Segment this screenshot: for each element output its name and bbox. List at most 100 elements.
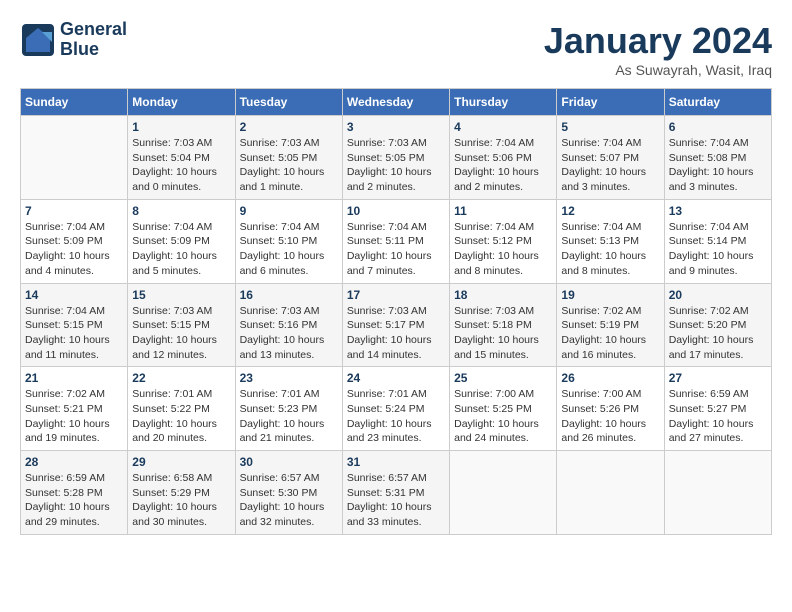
day-number: 9 [240,204,338,218]
day-cell: 8 Sunrise: 7:04 AMSunset: 5:09 PMDaylight… [128,199,235,283]
day-cell: 6 Sunrise: 7:04 AMSunset: 5:08 PMDaylight… [664,116,771,200]
day-cell: 7 Sunrise: 7:04 AMSunset: 5:09 PMDaylight… [21,199,128,283]
day-cell: 22 Sunrise: 7:01 AMSunset: 5:22 PMDayligh… [128,367,235,451]
day-number: 5 [561,120,659,134]
day-number: 15 [132,288,230,302]
header-saturday: Saturday [664,89,771,116]
day-number: 18 [454,288,552,302]
day-cell: 13 Sunrise: 7:04 AMSunset: 5:14 PMDayligh… [664,199,771,283]
day-info: Sunrise: 6:59 AMSunset: 5:28 PMDaylight:… [25,471,123,530]
day-cell: 16 Sunrise: 7:03 AMSunset: 5:16 PMDayligh… [235,283,342,367]
day-number: 6 [669,120,767,134]
day-cell: 2 Sunrise: 7:03 AMSunset: 5:05 PMDaylight… [235,116,342,200]
day-info: Sunrise: 7:02 AMSunset: 5:19 PMDaylight:… [561,304,659,363]
page-header: General Blue January 2024 As Suwayrah, W… [20,20,772,78]
day-cell [557,451,664,535]
day-cell: 30Sunrise: 6:57 AMSunset: 5:30 PMDayligh… [235,451,342,535]
header-row: SundayMondayTuesdayWednesdayThursdayFrid… [21,89,772,116]
day-number: 10 [347,204,445,218]
calendar-subtitle: As Suwayrah, Wasit, Iraq [544,62,772,78]
header-friday: Friday [557,89,664,116]
day-number: 13 [669,204,767,218]
day-cell [450,451,557,535]
day-info: Sunrise: 7:04 AMSunset: 5:14 PMDaylight:… [669,220,767,279]
calendar-title: January 2024 [544,20,772,62]
week-row-4: 28 Sunrise: 6:59 AMSunset: 5:28 PMDayligh… [21,451,772,535]
day-number: 11 [454,204,552,218]
day-number: 26 [561,371,659,385]
day-info: Sunrise: 7:04 AMSunset: 5:09 PMDaylight:… [25,220,123,279]
day-cell: 17 Sunrise: 7:03 AMSunset: 5:17 PMDayligh… [342,283,449,367]
day-info: Sunrise: 7:03 AMSunset: 5:05 PMDaylight:… [240,136,338,195]
day-number: 19 [561,288,659,302]
day-number: 27 [669,371,767,385]
day-info: Sunrise: 7:01 AMSunset: 5:22 PMDaylight:… [132,387,230,446]
day-number: 14 [25,288,123,302]
day-cell: 5 Sunrise: 7:04 AMSunset: 5:07 PMDaylight… [557,116,664,200]
day-info: Sunrise: 7:04 AMSunset: 5:13 PMDaylight:… [561,220,659,279]
day-info: Sunrise: 7:04 AMSunset: 5:11 PMDaylight:… [347,220,445,279]
day-number: 22 [132,371,230,385]
logo-text-line2: Blue [60,39,99,59]
day-cell: 26 Sunrise: 7:00 AMSunset: 5:26 PMDayligh… [557,367,664,451]
day-cell: 25 Sunrise: 7:00 AMSunset: 5:25 PMDayligh… [450,367,557,451]
day-cell: 18 Sunrise: 7:03 AMSunset: 5:18 PMDayligh… [450,283,557,367]
day-info: Sunrise: 7:03 AMSunset: 5:15 PMDaylight:… [132,304,230,363]
day-number: 3 [347,120,445,134]
day-info: Sunrise: 7:01 AMSunset: 5:23 PMDaylight:… [240,387,338,446]
day-cell [664,451,771,535]
day-number: 31 [347,455,445,469]
day-number: 7 [25,204,123,218]
day-info: Sunrise: 7:03 AMSunset: 5:17 PMDaylight:… [347,304,445,363]
day-cell [21,116,128,200]
title-section: January 2024 As Suwayrah, Wasit, Iraq [544,20,772,78]
day-cell: 24Sunrise: 7:01 AMSunset: 5:24 PMDayligh… [342,367,449,451]
week-row-3: 21Sunrise: 7:02 AMSunset: 5:21 PMDayligh… [21,367,772,451]
week-row-0: 1Sunrise: 7:03 AMSunset: 5:04 PMDaylight… [21,116,772,200]
day-info: Sunrise: 7:00 AMSunset: 5:25 PMDaylight:… [454,387,552,446]
day-number: 23 [240,371,338,385]
day-info: Sunrise: 7:02 AMSunset: 5:20 PMDaylight:… [669,304,767,363]
day-info: Sunrise: 7:03 AMSunset: 5:05 PMDaylight:… [347,136,445,195]
day-cell: 9 Sunrise: 7:04 AMSunset: 5:10 PMDaylight… [235,199,342,283]
day-cell: 1Sunrise: 7:03 AMSunset: 5:04 PMDaylight… [128,116,235,200]
day-number: 29 [132,455,230,469]
day-cell: 14 Sunrise: 7:04 AMSunset: 5:15 PMDayligh… [21,283,128,367]
logo-text-line1: General [60,19,127,39]
day-cell: 21Sunrise: 7:02 AMSunset: 5:21 PMDayligh… [21,367,128,451]
day-number: 20 [669,288,767,302]
day-number: 30 [240,455,338,469]
day-info: Sunrise: 7:02 AMSunset: 5:21 PMDaylight:… [25,387,123,446]
day-info: Sunrise: 6:58 AMSunset: 5:29 PMDaylight:… [132,471,230,530]
day-info: Sunrise: 7:04 AMSunset: 5:10 PMDaylight:… [240,220,338,279]
day-cell: 3 Sunrise: 7:03 AMSunset: 5:05 PMDaylight… [342,116,449,200]
day-cell: 19 Sunrise: 7:02 AMSunset: 5:19 PMDayligh… [557,283,664,367]
day-number: 17 [347,288,445,302]
day-info: Sunrise: 7:03 AMSunset: 5:18 PMDaylight:… [454,304,552,363]
day-number: 28 [25,455,123,469]
day-cell: 31 Sunrise: 6:57 AMSunset: 5:31 PMDayligh… [342,451,449,535]
logo-icon [20,22,56,58]
day-info: Sunrise: 7:04 AMSunset: 5:08 PMDaylight:… [669,136,767,195]
day-cell: 20 Sunrise: 7:02 AMSunset: 5:20 PMDayligh… [664,283,771,367]
header-monday: Monday [128,89,235,116]
day-info: Sunrise: 7:03 AMSunset: 5:16 PMDaylight:… [240,304,338,363]
day-info: Sunrise: 6:57 AMSunset: 5:31 PMDaylight:… [347,471,445,530]
day-number: 25 [454,371,552,385]
day-info: Sunrise: 7:04 AMSunset: 5:09 PMDaylight:… [132,220,230,279]
day-cell: 27 Sunrise: 6:59 AMSunset: 5:27 PMDayligh… [664,367,771,451]
day-number: 8 [132,204,230,218]
day-info: Sunrise: 7:04 AMSunset: 5:15 PMDaylight:… [25,304,123,363]
calendar-table: SundayMondayTuesdayWednesdayThursdayFrid… [20,88,772,535]
day-cell: 12Sunrise: 7:04 AMSunset: 5:13 PMDayligh… [557,199,664,283]
day-info: Sunrise: 7:00 AMSunset: 5:26 PMDaylight:… [561,387,659,446]
week-row-2: 14 Sunrise: 7:04 AMSunset: 5:15 PMDayligh… [21,283,772,367]
day-info: Sunrise: 7:04 AMSunset: 5:07 PMDaylight:… [561,136,659,195]
day-cell: 28 Sunrise: 6:59 AMSunset: 5:28 PMDayligh… [21,451,128,535]
day-number: 4 [454,120,552,134]
day-number: 16 [240,288,338,302]
logo: General Blue [20,20,127,60]
day-number: 2 [240,120,338,134]
day-info: Sunrise: 7:01 AMSunset: 5:24 PMDaylight:… [347,387,445,446]
day-info: Sunrise: 6:59 AMSunset: 5:27 PMDaylight:… [669,387,767,446]
